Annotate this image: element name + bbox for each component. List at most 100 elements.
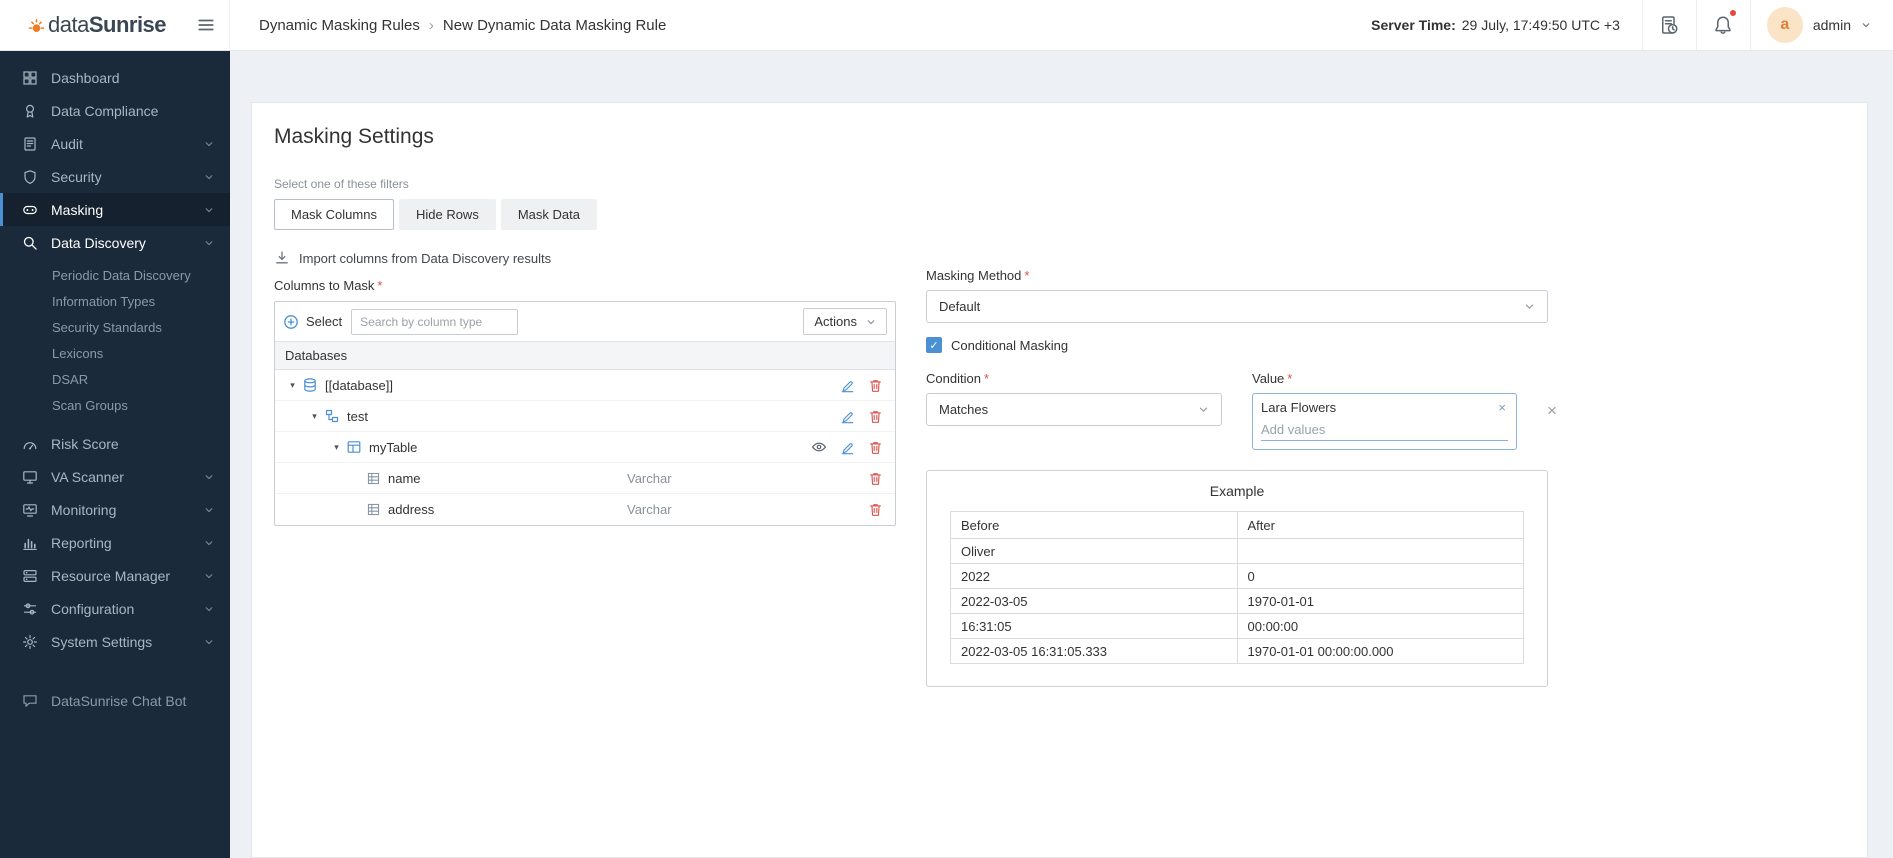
example-cell: 2022-03-05	[950, 588, 1238, 614]
data-compliance-icon	[22, 103, 38, 119]
bell-icon	[1713, 15, 1733, 35]
server-time-label: Server Time:	[1371, 17, 1456, 33]
add-values-input[interactable]	[1261, 422, 1508, 441]
chevron-down-icon	[204, 139, 214, 149]
notifications-button[interactable]	[1695, 0, 1750, 50]
caret-expanded-icon[interactable]: ▾	[329, 442, 344, 453]
scheduled-tasks-button[interactable]	[1641, 0, 1696, 50]
clear-condition-icon[interactable]: ×	[1547, 401, 1557, 450]
checkbox-checked-icon[interactable]: ✓	[926, 337, 942, 353]
import-columns-link[interactable]: Import columns from Data Discovery resul…	[274, 250, 896, 266]
mask-columns-button[interactable]: Mask Columns	[274, 199, 394, 230]
sidebar-item-system-settings[interactable]: System Settings	[0, 625, 230, 658]
masking-method-value: Default	[939, 299, 981, 314]
sidebar-item-data-compliance[interactable]: Data Compliance	[0, 94, 230, 127]
eye-icon[interactable]	[811, 439, 827, 455]
sidebar-item-label: Configuration	[51, 600, 135, 617]
right-column: Masking Method * Default ✓ Conditional Ma…	[926, 268, 1557, 687]
sidebar-toggle-icon[interactable]	[197, 16, 215, 34]
caret-expanded-icon[interactable]: ▾	[307, 411, 322, 422]
sidebar: Dashboard Data Compliance Audit Security…	[0, 51, 230, 858]
mask-data-button[interactable]: Mask Data	[500, 199, 597, 230]
audit-icon	[22, 136, 38, 152]
example-cell	[1236, 538, 1524, 564]
sidebar-item-scan-groups[interactable]: Scan Groups	[0, 393, 230, 419]
datasunrise-chat-bot-button[interactable]: DataSunrise Chat Bot	[0, 684, 230, 717]
tree-row-table[interactable]: ▾ myTable	[275, 432, 895, 463]
actions-label: Actions	[814, 314, 857, 329]
tree-row-column-name[interactable]: name Varchar	[275, 463, 895, 494]
sidebar-item-dsar[interactable]: DSAR	[0, 367, 230, 393]
caret-expanded-icon[interactable]: ▾	[285, 380, 300, 391]
data-discovery-submenu: Periodic Data Discovery Information Type…	[0, 259, 230, 427]
user-menu[interactable]: a admin	[1749, 0, 1893, 50]
remove-tag-icon[interactable]: ×	[1496, 400, 1508, 415]
required-mark: *	[1287, 371, 1293, 386]
edit-icon[interactable]	[840, 409, 855, 424]
chevron-down-icon	[204, 637, 214, 647]
value-tag-input[interactable]: Lara Flowers ×	[1252, 393, 1517, 450]
sidebar-item-dashboard[interactable]: Dashboard	[0, 61, 230, 94]
example-header-row: Before After	[950, 511, 1524, 539]
sidebar-item-label: System Settings	[51, 633, 153, 650]
chat-bot-label: DataSunrise Chat Bot	[51, 692, 187, 709]
sidebar-item-resource-manager[interactable]: Resource Manager	[0, 559, 230, 592]
example-row: 2022 0	[950, 563, 1524, 589]
table-icon	[346, 439, 362, 455]
sidebar-item-data-discovery[interactable]: Data Discovery	[0, 226, 230, 259]
sidebar-item-security-standards[interactable]: Security Standards	[0, 315, 230, 341]
tree-row-schema[interactable]: ▾ test	[275, 401, 895, 432]
column-type: Varchar	[627, 470, 672, 486]
sidebar-item-monitoring[interactable]: Monitoring	[0, 493, 230, 526]
condition-select[interactable]: Matches	[926, 393, 1222, 426]
tree-row-column-address[interactable]: address Varchar	[275, 494, 895, 525]
sidebar-item-label: Audit	[51, 135, 83, 152]
example-title: Example	[1209, 483, 1265, 499]
column-icon	[366, 502, 381, 517]
tree-row-database[interactable]: ▾ [[database]]	[275, 370, 895, 401]
user-name: admin	[1812, 17, 1851, 33]
sidebar-item-masking[interactable]: Masking	[0, 193, 230, 226]
column-search-input[interactable]	[351, 308, 519, 335]
sidebar-item-label: Masking	[51, 201, 104, 218]
sidebar-item-reporting[interactable]: Reporting	[0, 526, 230, 559]
tree-node-label: [[database]]	[325, 377, 393, 393]
datasunrise-logo[interactable]: data Sunrise	[28, 12, 167, 38]
reporting-icon	[22, 535, 38, 551]
sidebar-item-va-scanner[interactable]: VA Scanner	[0, 460, 230, 493]
sidebar-item-security[interactable]: Security	[0, 160, 230, 193]
masking-icon	[22, 202, 38, 218]
breadcrumb: Dynamic Masking Rules › New Dynamic Data…	[259, 17, 666, 34]
hide-rows-button[interactable]: Hide Rows	[398, 199, 496, 230]
database-icon	[302, 377, 318, 393]
breadcrumb-separator: ›	[428, 16, 434, 34]
sidebar-item-lexicons[interactable]: Lexicons	[0, 341, 230, 367]
breadcrumb-parent-link[interactable]: Dynamic Masking Rules	[259, 17, 420, 34]
conditional-masking-checkbox[interactable]: ✓ Conditional Masking	[926, 337, 1548, 353]
trash-icon[interactable]	[868, 409, 883, 424]
example-cell: 0	[1236, 563, 1524, 589]
trash-icon[interactable]	[868, 502, 883, 517]
sidebar-item-information-types[interactable]: Information Types	[0, 289, 230, 315]
breadcrumb-current: New Dynamic Data Masking Rule	[442, 16, 667, 34]
select-columns-button[interactable]: Select	[283, 314, 342, 330]
sidebar-item-label: Resource Manager	[51, 567, 171, 584]
trash-icon[interactable]	[868, 378, 883, 393]
trash-icon[interactable]	[868, 471, 883, 486]
logo-area: data Sunrise	[0, 0, 230, 50]
sidebar-item-risk-score[interactable]: Risk Score	[0, 427, 230, 460]
sidebar-item-audit[interactable]: Audit	[0, 127, 230, 160]
sidebar-item-periodic-data-discovery[interactable]: Periodic Data Discovery	[0, 263, 230, 289]
edit-icon[interactable]	[840, 440, 855, 455]
edit-icon[interactable]	[840, 378, 855, 393]
example-row: Oliver	[950, 538, 1524, 564]
columns-tree-panel: Select Actions Databases ▾ [[database]]	[274, 301, 896, 526]
required-mark: *	[983, 371, 989, 386]
chevron-down-icon	[1198, 404, 1209, 415]
actions-dropdown-button[interactable]: Actions	[803, 308, 887, 335]
condition-group: Condition * Matches	[926, 371, 1222, 450]
data-discovery-icon	[22, 235, 38, 251]
masking-method-select[interactable]: Default	[926, 290, 1548, 323]
trash-icon[interactable]	[868, 440, 883, 455]
sidebar-item-configuration[interactable]: Configuration	[0, 592, 230, 625]
